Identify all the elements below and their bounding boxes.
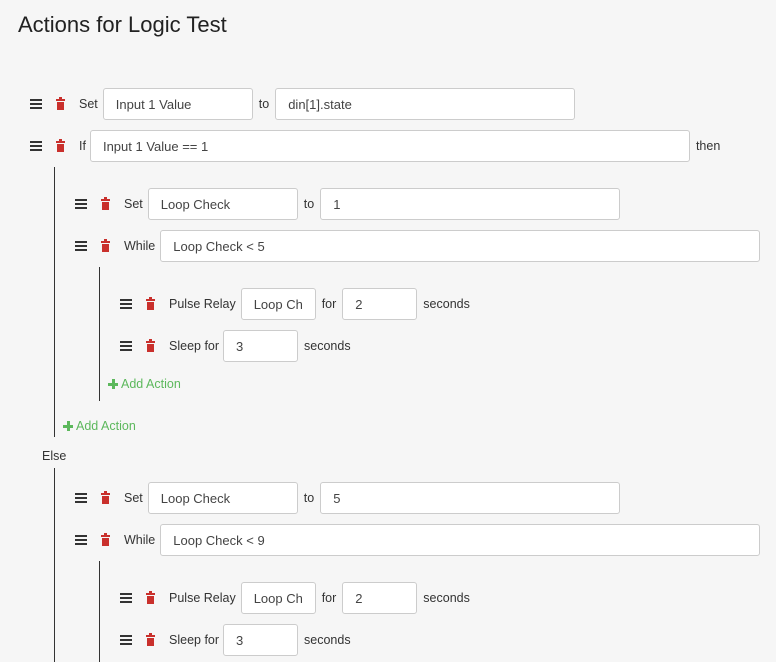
sleep-duration-input[interactable]	[223, 624, 299, 656]
delete-trash-icon[interactable]	[56, 96, 65, 110]
action-row-then-set: Set to	[75, 188, 621, 220]
pulse-duration-input[interactable]	[342, 288, 418, 320]
delete-trash-icon[interactable]	[101, 490, 110, 504]
if-keyword: If	[79, 139, 86, 153]
for-keyword: for	[321, 591, 337, 605]
else-keyword: Else	[42, 449, 67, 463]
seconds-keyword: seconds	[304, 633, 351, 647]
set-keyword: Set	[79, 97, 98, 111]
add-action-link-while[interactable]: Add Action	[108, 377, 181, 391]
set-value-input[interactable]	[275, 88, 576, 120]
set-variable-input[interactable]	[102, 88, 253, 120]
else-block-guide	[54, 468, 55, 662]
set-keyword: Set	[124, 491, 143, 505]
drag-handle-icon[interactable]	[75, 199, 87, 209]
drag-handle-icon[interactable]	[120, 341, 132, 351]
sleep-for-keyword: Sleep for	[169, 633, 220, 647]
seconds-keyword: seconds	[423, 297, 470, 311]
drag-handle-icon[interactable]	[30, 141, 42, 151]
drag-handle-icon[interactable]	[120, 635, 132, 645]
action-row-else-while: While	[75, 524, 761, 556]
delete-trash-icon[interactable]	[146, 296, 155, 310]
drag-handle-icon[interactable]	[75, 241, 87, 251]
sleep-for-keyword: Sleep for	[169, 339, 220, 353]
add-action-label: Add Action	[121, 377, 181, 391]
to-keyword: to	[303, 491, 315, 505]
while-condition-input[interactable]	[160, 524, 761, 556]
delete-trash-icon[interactable]	[56, 138, 65, 152]
set-keyword: Set	[124, 197, 143, 211]
to-keyword: to	[258, 97, 270, 111]
pulse-relay-keyword: Pulse Relay	[169, 591, 236, 605]
delete-trash-icon[interactable]	[146, 590, 155, 604]
action-row-then-sleep: Sleep for seconds	[120, 330, 357, 362]
while-keyword: While	[124, 533, 156, 547]
plus-icon	[63, 421, 73, 431]
add-action-link-then[interactable]: Add Action	[63, 419, 136, 433]
then-keyword: then	[695, 139, 721, 153]
while-condition-input[interactable]	[160, 230, 761, 262]
page-title: Actions for Logic Test	[18, 12, 227, 37]
set-variable-input[interactable]	[147, 188, 298, 220]
pulse-relay-input[interactable]	[240, 582, 316, 614]
delete-trash-icon[interactable]	[101, 532, 110, 546]
action-row-else-sleep: Sleep for seconds	[120, 624, 357, 656]
delete-trash-icon[interactable]	[146, 632, 155, 646]
action-row-if: If then	[30, 130, 726, 162]
set-value-input[interactable]	[320, 188, 621, 220]
then-block-guide	[54, 167, 55, 437]
while-block-guide	[99, 267, 100, 401]
pulse-relay-keyword: Pulse Relay	[169, 297, 236, 311]
action-row-else-set: Set to	[75, 482, 621, 514]
drag-handle-icon[interactable]	[120, 593, 132, 603]
while-block-guide	[99, 561, 100, 662]
to-keyword: to	[303, 197, 315, 211]
action-row-set-input: Set to	[30, 88, 576, 120]
delete-trash-icon[interactable]	[101, 196, 110, 210]
drag-handle-icon[interactable]	[120, 299, 132, 309]
set-value-input[interactable]	[320, 482, 621, 514]
if-condition-input[interactable]	[89, 130, 690, 162]
action-row-else-pulse: Pulse Relay for seconds	[120, 582, 476, 614]
seconds-keyword: seconds	[304, 339, 351, 353]
delete-trash-icon[interactable]	[101, 238, 110, 252]
set-variable-input[interactable]	[147, 482, 298, 514]
add-action-label: Add Action	[76, 419, 136, 433]
plus-icon	[108, 379, 118, 389]
drag-handle-icon[interactable]	[75, 493, 87, 503]
pulse-duration-input[interactable]	[342, 582, 418, 614]
while-keyword: While	[124, 239, 156, 253]
action-row-then-pulse: Pulse Relay for seconds	[120, 288, 476, 320]
seconds-keyword: seconds	[423, 591, 470, 605]
for-keyword: for	[321, 297, 337, 311]
sleep-duration-input[interactable]	[223, 330, 299, 362]
delete-trash-icon[interactable]	[146, 338, 155, 352]
pulse-relay-input[interactable]	[240, 288, 316, 320]
drag-handle-icon[interactable]	[75, 535, 87, 545]
drag-handle-icon[interactable]	[30, 99, 42, 109]
action-row-then-while: While	[75, 230, 761, 262]
